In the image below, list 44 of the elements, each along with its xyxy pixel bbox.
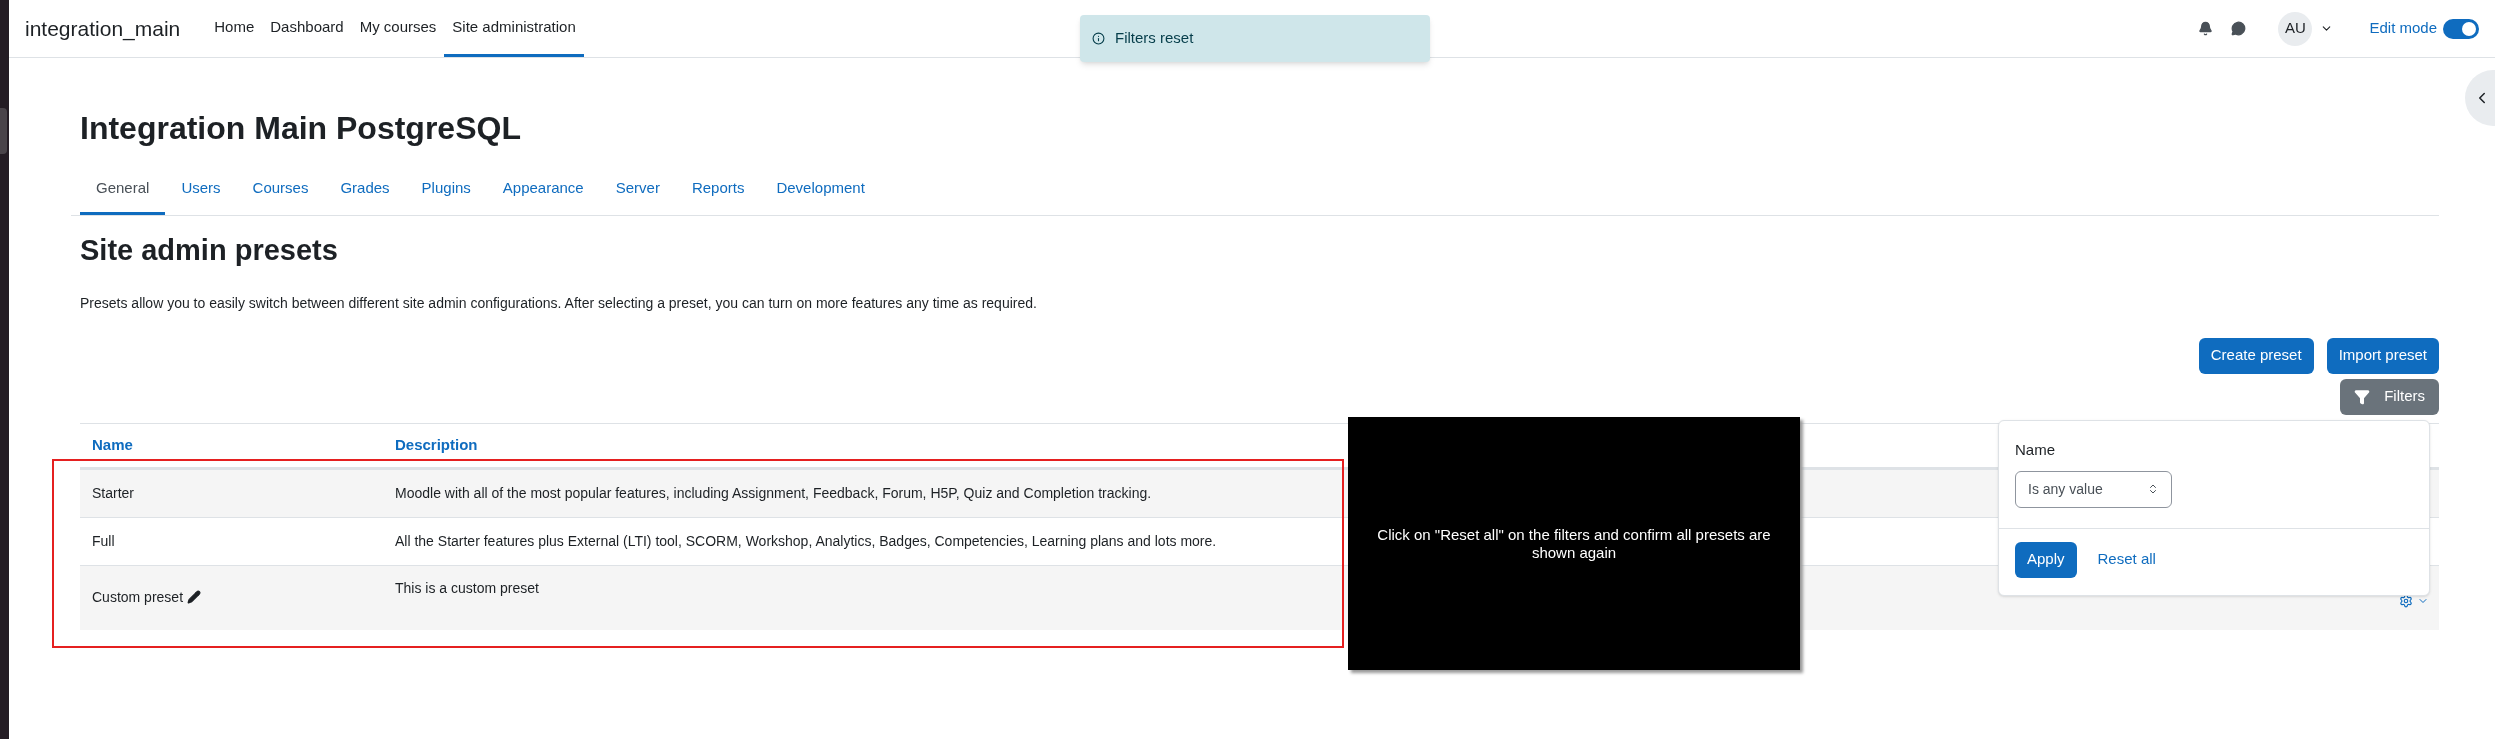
pencil-icon[interactable] — [187, 590, 202, 604]
nav-tab[interactable]: Appearance — [486, 164, 600, 215]
gear-icon[interactable] — [2399, 593, 2413, 608]
table-cell-text: Full — [92, 531, 115, 551]
table-cell-text: This is a custom preset — [395, 578, 539, 598]
filter-label: Name — [2015, 440, 2056, 460]
filters-button[interactable]: Filters — [2340, 378, 2439, 415]
table-cell-text: Custom preset — [92, 587, 184, 607]
nav-link[interactable]: Dashboard — [262, 0, 352, 57]
nav-tab[interactable]: Courses — [236, 164, 325, 215]
table-cell-text: All the Starter features plus External (LTI) tool, SCORM, Workshop, Analytics, Badges, Competencies, Learning plans and lots more. — [395, 531, 1217, 551]
table-cell-text: Starter — [92, 483, 134, 503]
nav-tab[interactable]: Reports — [675, 164, 761, 215]
instruction-text: Click on "Reset all" on the filters and confirm all presets are shown again — [1376, 525, 1772, 562]
select-arrows-icon — [2147, 483, 2159, 495]
column-header[interactable]: Description — [395, 433, 478, 457]
reset-all-link[interactable]: Reset all — [2097, 548, 2156, 571]
primary-button[interactable]: Create preset — [2198, 337, 2314, 374]
primary-button[interactable]: Import preset — [2326, 337, 2439, 374]
user-avatar[interactable]: AU — [2278, 11, 2313, 46]
edit-mode-label[interactable]: Edit mode — [2369, 17, 2437, 40]
nav-tab[interactable]: Grades — [324, 164, 406, 215]
nav-tab[interactable]: Users — [165, 164, 237, 215]
intro-text: Presets allow you to easily switch between different site admin configurations. After selecting a preset, you can turn on more features any time as required. — [80, 293, 1038, 313]
info-icon — [1092, 32, 1105, 45]
nav-link[interactable]: My courses — [351, 0, 445, 57]
messages-icon[interactable] — [2231, 21, 2247, 36]
nav-tab[interactable]: Server — [599, 164, 676, 215]
page-title: Integration Main PostgreSQL — [80, 109, 522, 148]
site-name[interactable]: integration_main — [25, 12, 181, 45]
nav-tab[interactable]: Plugins — [405, 164, 487, 215]
edit-mode-switch[interactable] — [2443, 18, 2479, 39]
nav-link[interactable]: Home — [206, 0, 263, 57]
table-cell-text: Moodle with all of the most popular features, including Assignment, Feedback, Forum, H5P, Quiz and Completion tracking. — [395, 483, 1152, 503]
apply-button[interactable]: Apply — [2015, 541, 2077, 578]
section-heading: Site admin presets — [80, 233, 339, 268]
filter-icon — [2354, 388, 2371, 405]
column-header[interactable]: Name — [80, 433, 395, 457]
nav-link[interactable]: Site administration — [444, 0, 584, 57]
nav-tab[interactable]: Development — [760, 164, 881, 215]
nav-tab[interactable]: General — [80, 164, 166, 215]
toast-message: Filters reset — [1115, 28, 1194, 49]
notifications-bell-icon[interactable] — [2198, 21, 2214, 36]
select-field[interactable]: Is any value — [2015, 470, 2172, 508]
